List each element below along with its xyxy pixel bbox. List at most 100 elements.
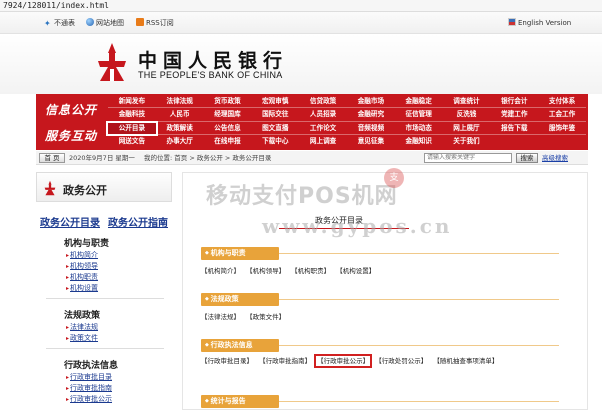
nav-item[interactable]: 工作论文 bbox=[299, 123, 347, 134]
shortcut-label: 不通表 bbox=[54, 19, 75, 27]
nav-item[interactable]: 工会工作 bbox=[538, 109, 586, 120]
section-links: 【法律法规】 【政策文件】 bbox=[201, 311, 551, 323]
nav-item[interactable]: 信贷政策 bbox=[299, 96, 347, 107]
sidebar-title: 政务公开 bbox=[63, 184, 107, 197]
nav-item[interactable]: 征信管理 bbox=[395, 109, 443, 120]
sidebar-link-catalog[interactable]: 政务公开目录 bbox=[40, 214, 100, 229]
nav-item[interactable]: 办事大厅 bbox=[156, 136, 204, 147]
main-navigation: 信息公开 服务互动 新闻发布 法律法规 货币政策 宏观审慎 信贷政策 金融市场 … bbox=[36, 94, 588, 150]
nav-item[interactable]: 政策解读 bbox=[156, 123, 204, 134]
nav-divider bbox=[108, 121, 586, 122]
watermark-url: www.gypos.cn bbox=[262, 214, 453, 238]
link-item-approval-publicity[interactable]: 【行政审批公示】 bbox=[314, 354, 373, 368]
breadcrumb: 我的位置: 首页 > 政务公开 > 政务公开目录 bbox=[144, 154, 272, 162]
section-divider bbox=[279, 345, 559, 346]
sidebar-divider bbox=[46, 348, 164, 349]
nav-item[interactable]: 支付体系 bbox=[538, 96, 586, 107]
nav-item[interactable]: 下载中心 bbox=[251, 136, 299, 147]
nav-item[interactable]: 法律法规 bbox=[156, 96, 204, 107]
nav-item[interactable]: 服饰年鉴 bbox=[538, 123, 586, 134]
sidebar-item[interactable]: 行政审批公示 bbox=[66, 394, 112, 404]
sidebar-group-title: 行政执法信息 bbox=[64, 361, 119, 371]
section-tab-regulations[interactable]: 法规政策 bbox=[201, 293, 279, 306]
link-item[interactable]: 【行政处罚公示】 bbox=[375, 357, 427, 365]
link-item[interactable]: 【机构设置】 bbox=[336, 267, 375, 275]
link-item[interactable]: 【行政审批指南】 bbox=[259, 357, 311, 365]
sidebar-item[interactable]: 行政审批目录 bbox=[66, 372, 112, 382]
shortcut-link[interactable]: ✦ 不通表 bbox=[44, 18, 75, 28]
nav-item[interactable]: 经理国库 bbox=[204, 109, 252, 120]
globe-icon bbox=[86, 18, 94, 26]
nav-item[interactable]: 金融科技 bbox=[108, 109, 156, 120]
sidebar-link-guide[interactable]: 政务公开指南 bbox=[108, 214, 168, 229]
search-input[interactable] bbox=[424, 153, 512, 163]
link-item[interactable]: 【行政审批目录】 bbox=[201, 357, 253, 365]
nav-item[interactable]: 金融知识 bbox=[395, 136, 443, 147]
link-item[interactable]: 【法律法规】 bbox=[201, 313, 240, 321]
nav-item[interactable]: 网上展厅 bbox=[443, 123, 491, 134]
sidebar-item[interactable]: 机构简介 bbox=[66, 250, 98, 260]
nav-label-service-interaction: 服务互动 bbox=[44, 129, 97, 143]
section-links: 【机构简介】 【机构领导】 【机构职责】 【机构设置】 bbox=[201, 265, 551, 277]
home-button[interactable]: 首 页 bbox=[39, 153, 65, 163]
nav-item[interactable]: 意见征集 bbox=[347, 136, 395, 147]
nav-item[interactable]: 新闻发布 bbox=[108, 96, 156, 107]
sidebar-item[interactable]: 政策文件 bbox=[66, 333, 98, 343]
sitemap-label: 网站地图 bbox=[96, 19, 124, 27]
nav-item[interactable]: 人民币 bbox=[156, 109, 204, 120]
bank-name-chinese: 中国人民银行 bbox=[138, 50, 289, 72]
nav-item[interactable] bbox=[490, 136, 538, 147]
address-bar[interactable]: 7924/128011/index.html bbox=[0, 0, 602, 12]
nav-row-3: 公开目录 政策解读 公告信息 图文直播 工作论文 音频视频 市场动态 网上展厅 … bbox=[106, 121, 586, 136]
nav-item[interactable]: 网上调查 bbox=[299, 136, 347, 147]
nav-item[interactable] bbox=[538, 136, 586, 147]
nav-label-info-disclosure: 信息公开 bbox=[44, 103, 97, 117]
star-icon: ✦ bbox=[44, 19, 51, 28]
english-version-link[interactable]: English Version bbox=[508, 18, 571, 28]
nav-item[interactable]: 货币政策 bbox=[204, 96, 252, 107]
link-item[interactable]: 【随机抽查事项清单】 bbox=[433, 357, 498, 365]
nav-item[interactable]: 网送文告 bbox=[108, 136, 156, 147]
rss-label: RSS订阅 bbox=[146, 19, 174, 27]
nav-item[interactable]: 人员招录 bbox=[299, 109, 347, 120]
pboc-emblem-icon[interactable] bbox=[94, 41, 130, 83]
link-item[interactable]: 【机构简介】 bbox=[201, 267, 240, 275]
nav-divider bbox=[108, 107, 586, 108]
sitemap-link[interactable]: 网站地图 bbox=[86, 18, 124, 28]
search-button[interactable]: 搜索 bbox=[516, 153, 538, 163]
sidebar-item[interactable]: 机构设置 bbox=[66, 283, 98, 293]
section-tab-statistics[interactable]: 统计与报告 bbox=[201, 395, 279, 408]
english-version-label: English Version bbox=[518, 19, 572, 27]
nav-item[interactable]: 音频视频 bbox=[347, 123, 395, 134]
link-item[interactable]: 【政策文件】 bbox=[246, 313, 285, 321]
nav-item[interactable]: 银行会计 bbox=[490, 96, 538, 107]
link-item[interactable]: 【机构职责】 bbox=[291, 267, 330, 275]
sidebar-item[interactable]: 行政审批指南 bbox=[66, 383, 112, 393]
nav-item[interactable]: 公告信息 bbox=[204, 123, 252, 134]
site-header bbox=[0, 34, 602, 94]
section-tab-institution[interactable]: 机构与职责 bbox=[201, 247, 279, 260]
nav-item[interactable]: 图文直播 bbox=[251, 123, 299, 134]
section-divider bbox=[279, 401, 559, 402]
nav-item[interactable]: 金融稳定 bbox=[395, 96, 443, 107]
nav-item[interactable]: 报告下载 bbox=[490, 123, 538, 134]
sidebar-item[interactable]: 法律法规 bbox=[66, 322, 98, 332]
nav-item[interactable]: 国际交往 bbox=[251, 109, 299, 120]
nav-item[interactable]: 关于我们 bbox=[443, 136, 491, 147]
sidebar-item[interactable]: 机构领导 bbox=[66, 261, 98, 271]
rss-link[interactable]: RSS订阅 bbox=[136, 18, 174, 28]
flag-icon bbox=[508, 18, 516, 26]
nav-item[interactable]: 党建工作 bbox=[490, 109, 538, 120]
nav-item[interactable]: 宏观审慎 bbox=[251, 96, 299, 107]
section-tab-enforcement[interactable]: 行政执法信息 bbox=[201, 339, 279, 352]
nav-item-public-catalog[interactable]: 公开目录 bbox=[106, 121, 158, 136]
nav-item[interactable]: 在线申报 bbox=[204, 136, 252, 147]
nav-item[interactable]: 市场动态 bbox=[395, 123, 443, 134]
link-item[interactable]: 【机构领导】 bbox=[246, 267, 285, 275]
nav-item[interactable]: 金融市场 bbox=[347, 96, 395, 107]
sidebar-item[interactable]: 机构职责 bbox=[66, 272, 98, 282]
nav-item[interactable]: 金融研究 bbox=[347, 109, 395, 120]
nav-item[interactable]: 调查统计 bbox=[443, 96, 491, 107]
advanced-search-link[interactable]: 高级搜索 bbox=[542, 153, 568, 163]
nav-item[interactable]: 反洗钱 bbox=[443, 109, 491, 120]
